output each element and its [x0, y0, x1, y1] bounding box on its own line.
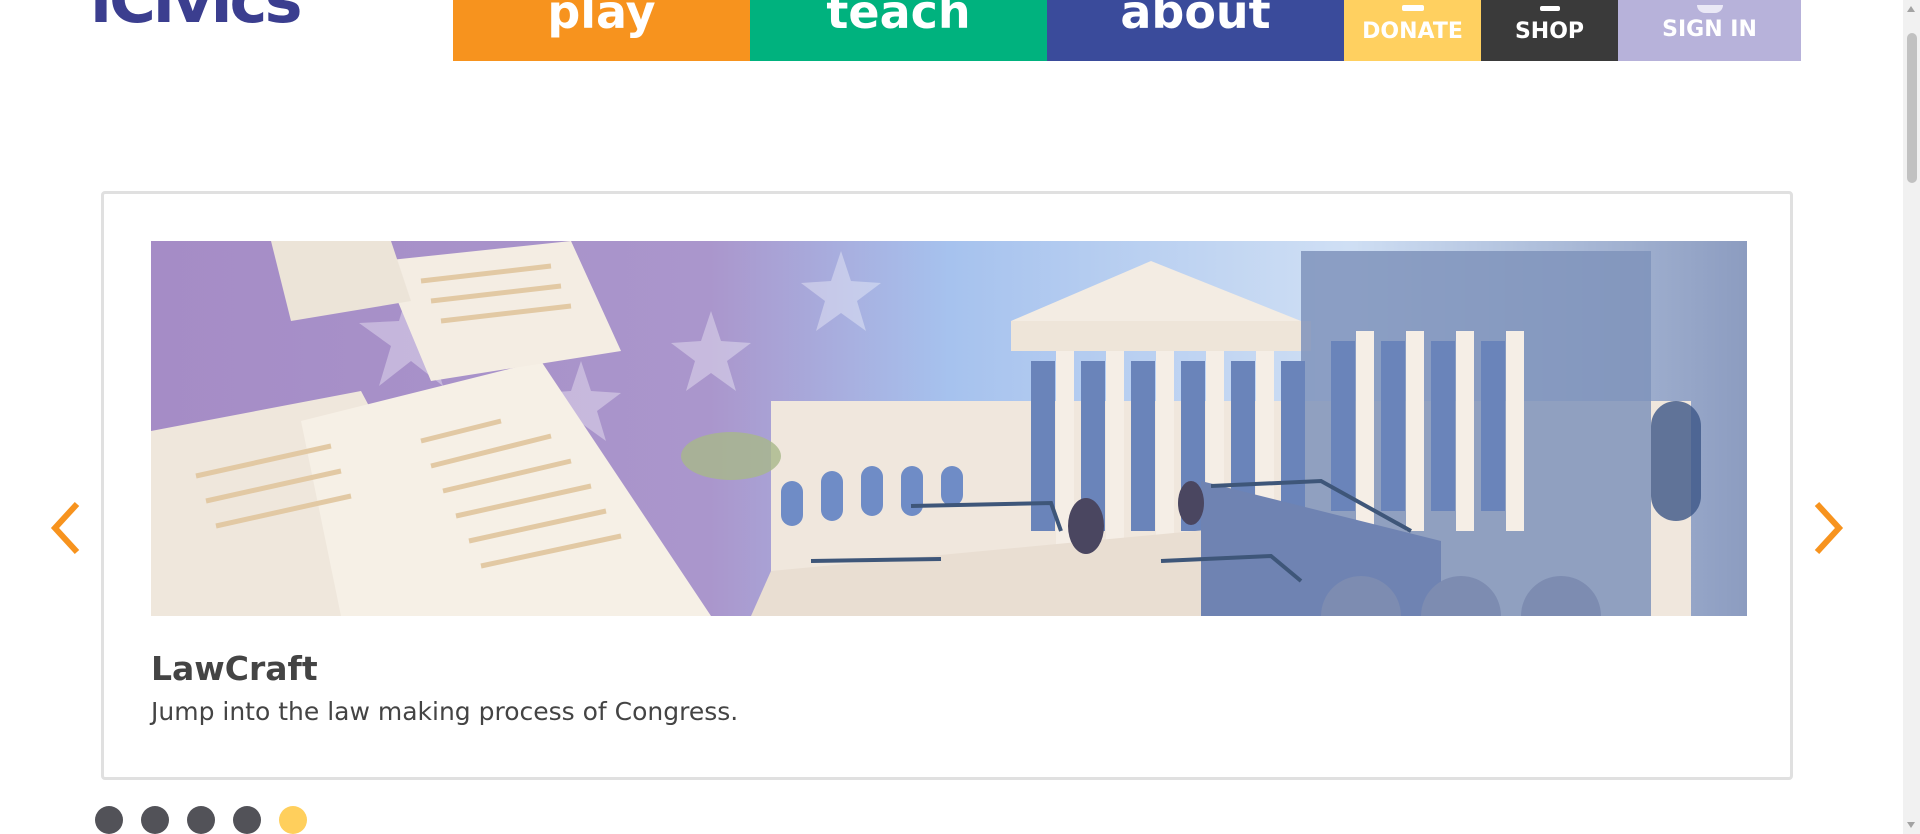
- chevron-left-icon: [50, 501, 80, 555]
- pagination-dot-2[interactable]: [141, 806, 169, 834]
- nav-signin-label: SIGN IN: [1662, 17, 1757, 42]
- pagination-dot-4[interactable]: [233, 806, 261, 834]
- nav-teach-label: teach: [826, 0, 971, 39]
- carousel-prev-button[interactable]: [46, 500, 86, 556]
- scroll-up-arrow-icon[interactable]: [1907, 6, 1915, 12]
- slide-title[interactable]: LawCraft: [151, 649, 318, 688]
- slide-description: Jump into the law making process of Cong…: [151, 697, 739, 726]
- nav-teach[interactable]: teach: [750, 0, 1047, 61]
- pagination-dot-1[interactable]: [95, 806, 123, 834]
- carousel-next-button[interactable]: [1808, 500, 1848, 556]
- scrollbar-thumb[interactable]: [1907, 33, 1917, 183]
- slide-banner-image[interactable]: [151, 241, 1747, 616]
- nav-play-label: play: [547, 0, 656, 39]
- nav-shop-label: SHOP: [1514, 18, 1585, 44]
- donate-icon: [1401, 5, 1424, 11]
- carousel-pagination: [95, 806, 307, 834]
- nav-donate-label: DONATE: [1362, 19, 1463, 44]
- nav-shop[interactable]: SHOP: [1481, 0, 1618, 61]
- nav-signin[interactable]: SIGN IN: [1618, 0, 1801, 61]
- nav-about-label: about: [1120, 0, 1271, 39]
- user-icon: [1696, 5, 1723, 13]
- pagination-dot-5[interactable]: [279, 806, 307, 834]
- main-nav: play teach about DONATE SHOP SIGN IN: [453, 0, 1801, 61]
- scroll-down-arrow-icon[interactable]: [1907, 822, 1915, 828]
- logo-text: iCivics: [90, 0, 303, 38]
- site-logo[interactable]: iCivics: [90, 0, 303, 38]
- pagination-dot-3[interactable]: [187, 806, 215, 834]
- cart-icon: [1539, 5, 1560, 11]
- nav-play[interactable]: play: [453, 0, 750, 61]
- chevron-right-icon: [1814, 501, 1844, 555]
- nav-donate[interactable]: DONATE: [1344, 0, 1481, 61]
- carousel-slide[interactable]: LawCraft Jump into the law making proces…: [101, 191, 1793, 780]
- nav-about[interactable]: about: [1047, 0, 1344, 61]
- page-scrollbar[interactable]: [1903, 0, 1920, 834]
